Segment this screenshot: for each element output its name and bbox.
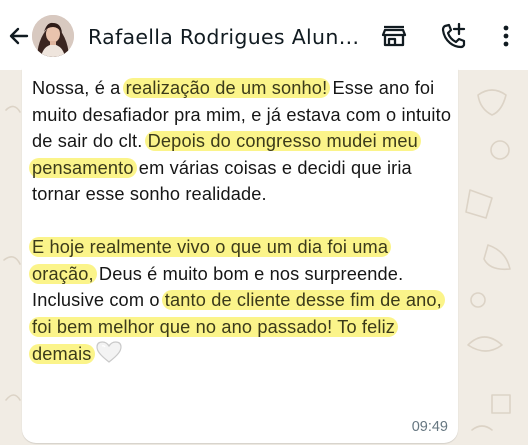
store-icon[interactable] (379, 21, 409, 51)
chat-header: Rafaella Rodrigues Alun… (0, 0, 528, 70)
message-paragraph: E hoje realmente vivo o que um dia foi u… (29, 234, 454, 287)
text-segment: Inclusive com o (32, 290, 165, 310)
highlighted-text: realização de um sonho! (122, 78, 331, 98)
text-segment: Deus é muito bom e nos surpreende. (93, 263, 404, 284)
message-text: Nossa, é a realização de um sonho! Esse … (29, 75, 454, 368)
text-segment: Nossa, é a (32, 78, 126, 98)
message-paragraph: Nossa, é a realização de um sonho! Esse … (29, 75, 454, 208)
avatar[interactable] (32, 15, 74, 57)
message-paragraph: Inclusive com o tanto de cliente desse f… (29, 287, 454, 368)
white-heart-emoji (95, 341, 122, 363)
message-bubble[interactable]: Nossa, é a realização de um sonho! Esse … (22, 68, 458, 443)
more-vert-icon[interactable] (491, 21, 521, 51)
message-timestamp: 09:49 (411, 419, 448, 435)
contact-name[interactable]: Rafaella Rodrigues Alun… (88, 24, 364, 50)
back-arrow-icon[interactable] (6, 23, 32, 49)
add-call-icon[interactable] (438, 21, 468, 51)
